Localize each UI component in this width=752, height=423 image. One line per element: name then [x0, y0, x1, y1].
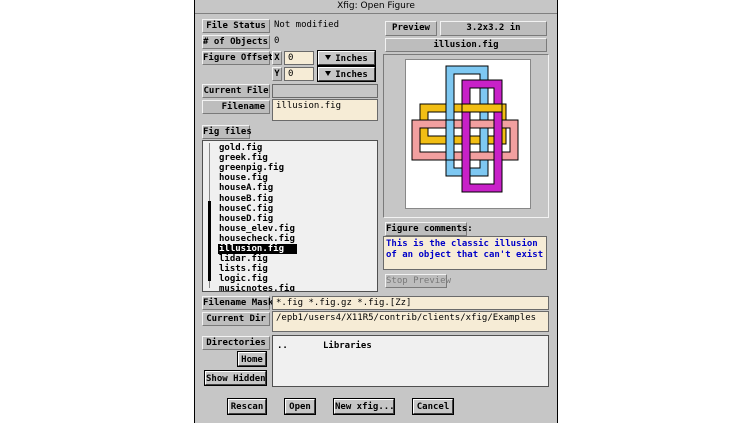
fig-file-item[interactable]: lidar.fig [218, 254, 268, 264]
num-objects-value: 0 [274, 36, 280, 46]
y-offset-label: Y [272, 67, 282, 81]
figure-comments-text: This is the classic illusion of an objec… [383, 236, 547, 270]
x-offset-field[interactable]: 0 [284, 51, 314, 65]
fig-file-item[interactable]: gold.fig [218, 143, 262, 153]
cancel-button[interactable]: Cancel [413, 399, 453, 414]
filename-mask-field[interactable]: *.fig *.fig.gz *.fig.[Zz] [272, 296, 549, 310]
current-dir-field[interactable]: /epb1/users4/X11R5/contrib/clients/xfig/… [272, 311, 549, 332]
directories-list[interactable]: .. Libraries [272, 335, 549, 387]
y-units-label: Inches [335, 70, 368, 80]
home-button[interactable]: Home [238, 352, 266, 366]
fig-files-list[interactable]: gold.fig greek.fig greenpig.fig house.fig ho… [202, 140, 378, 292]
open-button[interactable]: Open [285, 399, 315, 414]
directories-label: Directories [202, 336, 270, 350]
preview-canvas [405, 59, 531, 209]
stop-preview-button[interactable]: Stop Preview [385, 274, 451, 288]
x-units-label: Inches [335, 54, 368, 64]
fig-file-item[interactable]: houseB.fig [218, 194, 273, 204]
open-figure-dialog: Xfig: Open Figure File Status Not modifi… [194, 0, 558, 423]
current-dir-label: Current Dir [202, 312, 270, 326]
rescan-button[interactable]: Rescan [228, 399, 266, 414]
yellow-overlap [461, 103, 503, 113]
fig-file-item[interactable]: houseD.fig [218, 214, 273, 224]
fig-file-item[interactable]: houseC.fig [218, 204, 273, 214]
preview-filename: illusion.fig [385, 38, 547, 52]
down-arrow-icon [325, 71, 332, 76]
down-arrow-icon [325, 55, 332, 60]
current-file-value [272, 84, 378, 98]
y-offset-field[interactable]: 0 [284, 67, 314, 81]
fig-file-item[interactable]: greek.fig [218, 153, 268, 163]
blue-overlap [445, 119, 455, 161]
y-units-button[interactable]: Inches [318, 67, 375, 81]
filename-field[interactable]: illusion.fig [272, 99, 378, 121]
current-file-label: Current File [202, 84, 270, 98]
fig-files-label: Fig files [202, 125, 252, 139]
fig-files-scrollbar[interactable] [205, 143, 215, 288]
file-status-label: File Status [202, 19, 270, 33]
directory-item-parent[interactable]: .. [277, 341, 288, 351]
x-offset-label: X [272, 51, 282, 65]
show-hidden-button[interactable]: Show Hidden [205, 371, 266, 385]
fig-file-item[interactable]: illusion.fig [218, 244, 297, 254]
num-objects-label: # of Objects [202, 35, 270, 49]
x-units-button[interactable]: Inches [318, 51, 375, 65]
fig-file-item[interactable]: lists.fig [218, 264, 268, 274]
preview-button[interactable]: Preview [385, 21, 437, 36]
fig-file-item[interactable]: greenpig.fig [218, 163, 284, 173]
fig-file-item[interactable]: house_elev.fig [218, 224, 295, 234]
fig-file-item[interactable]: logic.fig [218, 274, 268, 284]
directory-item-libraries[interactable]: Libraries [323, 341, 372, 351]
file-status-value: Not modified [274, 20, 340, 30]
preview-size: 3.2x3.2 in [440, 21, 547, 36]
scrollbar-thumb[interactable] [208, 201, 211, 281]
figure-offset-label: Figure Offset [202, 51, 274, 65]
fig-file-item[interactable]: houseA.fig [218, 183, 273, 193]
fig-file-item[interactable]: musicnotes.fig [218, 284, 295, 291]
filename-label: Filename [202, 100, 270, 114]
filename-mask-label: Filename Mask [202, 296, 274, 310]
fig-file-item[interactable]: house.fig [218, 173, 268, 183]
figure-comments-label: Figure comments: [385, 222, 473, 236]
fig-file-item[interactable]: housecheck.fig [218, 234, 295, 244]
preview-frame [383, 54, 549, 218]
window-title[interactable]: Xfig: Open Figure [195, 0, 557, 14]
new-xfig-button[interactable]: New xfig... [334, 399, 395, 414]
